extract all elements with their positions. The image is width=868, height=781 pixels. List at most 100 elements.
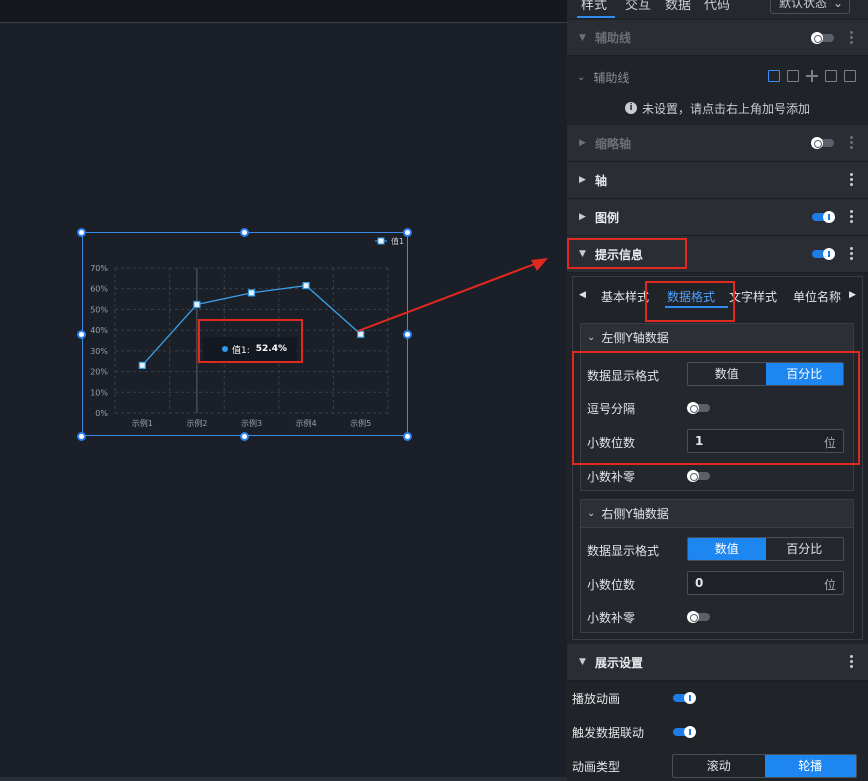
data-point: [357, 330, 365, 338]
resize-handle-tr[interactable]: [403, 228, 412, 237]
legend-label: 值1: [391, 236, 404, 246]
left-y-title: 左侧Y轴数据: [601, 331, 669, 345]
more-icon[interactable]: [850, 136, 854, 149]
section-title: 图例: [595, 210, 620, 225]
info-icon: i: [625, 102, 637, 114]
guide-line-tools: [768, 70, 856, 82]
legend-marker: [377, 237, 385, 245]
y-tick-label: 50%: [90, 305, 108, 314]
copy-icon[interactable]: [825, 70, 837, 82]
more-icon[interactable]: [850, 655, 854, 668]
right-y-header[interactable]: ⌄ 右侧Y轴数据: [581, 500, 853, 528]
subtab-text-style[interactable]: 文字样式: [729, 288, 777, 305]
x-tick-label: 示例2: [186, 418, 207, 428]
annotation-box-left-y: [572, 351, 860, 465]
guide-line-sub-header[interactable]: ⌄ 辅助线: [567, 62, 868, 92]
data-point: [138, 361, 146, 369]
x-tick-label: 示例5: [350, 418, 371, 428]
tab-style[interactable]: 样式: [581, 0, 607, 13]
right-decimal-input[interactable]: 0 位: [687, 571, 844, 595]
anim-type-label: 动画类型: [572, 760, 621, 774]
trigger-link-toggle[interactable]: [673, 726, 696, 738]
y-tick-label: 10%: [90, 388, 108, 397]
caret-right-icon: ▶: [579, 175, 586, 185]
guide-sub-title: 辅助线: [593, 70, 630, 85]
resize-handle-tm[interactable]: [240, 228, 249, 237]
section-display[interactable]: ▼ 展示设置: [567, 644, 868, 681]
section-axis[interactable]: ▶ 轴: [567, 162, 868, 199]
subtab-next-icon[interactable]: ▶: [849, 290, 856, 300]
anim-carousel-option[interactable]: 轮播: [764, 755, 856, 777]
right-pad-toggle[interactable]: [687, 611, 710, 623]
more-icon[interactable]: [850, 210, 854, 223]
trigger-link-label: 触发数据联动: [572, 726, 645, 740]
right-pad-label: 小数补零: [587, 611, 636, 625]
tab-data[interactable]: 数据: [665, 0, 691, 13]
caret-down-icon: ▼: [579, 32, 586, 43]
data-point: [302, 282, 310, 290]
section-title: 缩略轴: [595, 136, 632, 151]
y-tick-label: 70%: [90, 264, 108, 273]
left-pad-toggle[interactable]: [687, 470, 710, 482]
right-decimal-value: 0: [695, 576, 704, 590]
x-tick-label: 示例4: [296, 418, 317, 428]
state-select[interactable]: 默认状态 ⌄: [770, 0, 850, 14]
subtab-unit-name[interactable]: 单位名称: [793, 288, 841, 305]
more-icon[interactable]: [850, 173, 854, 186]
resize-handle-ml[interactable]: [77, 330, 86, 339]
x-tick-label: 示例3: [241, 418, 262, 428]
right-decimal-unit: 位: [823, 578, 836, 592]
state-select-value: 默认状态: [779, 0, 828, 10]
resize-handle-br[interactable]: [403, 432, 412, 441]
tooltip-toggle[interactable]: [812, 248, 835, 260]
panel-tabs: 样式 交互 数据 代码 默认状态 ⌄: [567, 0, 868, 18]
anim-scroll-option[interactable]: 滚动: [673, 755, 765, 777]
editor-canvas[interactable]: 0% 10% 20% 30% 40% 50% 60% 70% 示例1 示例2 示例3 示例4 示例5 值1…: [0, 0, 567, 781]
y-tick-label: 20%: [90, 368, 108, 377]
y-tick-label: 40%: [90, 326, 108, 335]
resize-handle-bl[interactable]: [77, 432, 86, 441]
table-icon[interactable]: [768, 70, 780, 82]
right-format-segment: 数值 百分比: [687, 537, 844, 561]
section-title: 轴: [595, 173, 608, 188]
right-y-title: 右侧Y轴数据: [601, 507, 669, 521]
play-anim-label: 播放动画: [572, 692, 621, 706]
chevron-down-icon: ⌄: [832, 0, 843, 10]
section-guide-line[interactable]: ▼ 辅助线: [567, 20, 868, 56]
right-format-percent-option[interactable]: 百分比: [766, 538, 844, 560]
canvas-scrollbar[interactable]: [0, 777, 567, 781]
guide-empty-hint: i 未设置，请点击右上角加号添加: [625, 100, 865, 116]
grid-icon[interactable]: [787, 70, 799, 82]
tab-active-indicator: [577, 16, 615, 18]
chevron-down-icon: ⌄: [577, 71, 586, 83]
resize-handle-tl[interactable]: [77, 228, 86, 237]
left-y-header[interactable]: ⌄ 左侧Y轴数据: [581, 324, 853, 352]
annotation-box-data-format: [645, 281, 735, 322]
subtab-prev-icon[interactable]: ◀: [579, 290, 586, 300]
right-decimal-label: 小数位数: [587, 578, 636, 592]
delete-icon[interactable]: [844, 70, 856, 82]
guide-line-toggle[interactable]: [811, 32, 834, 44]
x-tick-label: 示例1: [132, 418, 153, 428]
caret-right-icon: ▶: [579, 212, 586, 222]
more-icon[interactable]: [850, 247, 854, 260]
add-icon[interactable]: [806, 70, 818, 82]
section-legend[interactable]: ▶ 图例: [567, 199, 868, 236]
chevron-down-icon: ⌄: [587, 332, 596, 343]
y-tick-label: 30%: [90, 347, 108, 356]
more-icon[interactable]: [850, 31, 854, 44]
anim-type-segment: 滚动 轮播: [672, 754, 857, 778]
tab-code[interactable]: 代码: [704, 0, 730, 13]
right-format-value-option[interactable]: 数值: [688, 538, 766, 560]
tab-interaction[interactable]: 交互: [625, 0, 651, 13]
caret-down-icon: ▼: [579, 657, 586, 667]
resize-handle-bm[interactable]: [240, 432, 249, 441]
data-point: [247, 289, 256, 297]
zoom-axis-toggle[interactable]: [811, 137, 834, 149]
section-zoom-axis[interactable]: ▶ 缩略轴: [567, 125, 868, 162]
right-y-group: ⌄ 右侧Y轴数据 数据显示格式 数值 百分比 小数位数 0 位 小数补零: [580, 499, 854, 633]
play-anim-toggle[interactable]: [673, 692, 696, 704]
property-panel: 样式 交互 数据 代码 默认状态 ⌄ ▼ 辅助线 ⌄ 辅助线 i 未设置，请点击…: [567, 0, 868, 781]
resize-handle-mr[interactable]: [403, 330, 412, 339]
legend-toggle[interactable]: [812, 211, 835, 223]
